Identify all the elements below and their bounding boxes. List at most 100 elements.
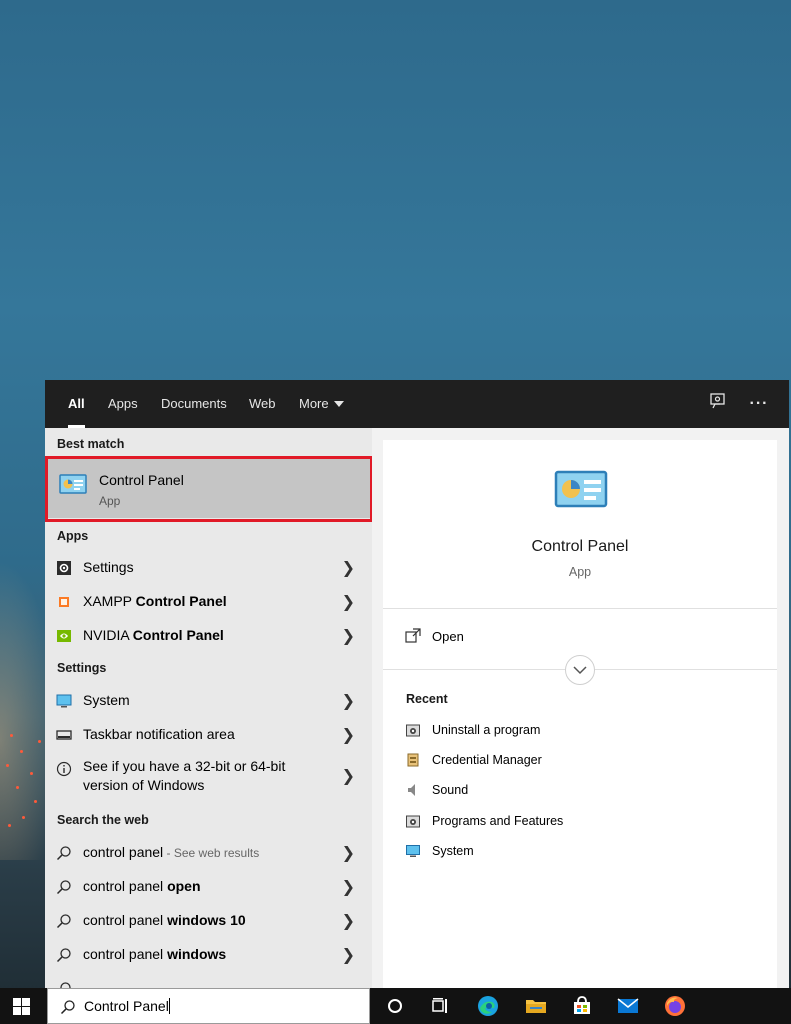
list-item-32-64-bit[interactable]: See if you have a 32-bit or 64-bit versio… xyxy=(45,752,372,800)
task-view-icon[interactable] xyxy=(428,994,452,1018)
results-list: Best match Control Panel App Apps Settin… xyxy=(45,428,372,988)
edge-icon[interactable] xyxy=(476,994,500,1018)
label-prefix: NVIDIA xyxy=(83,627,133,643)
recent-label: System xyxy=(432,844,474,858)
chevron-right-icon[interactable]: ❯ xyxy=(342,691,355,711)
preview-subtitle: App xyxy=(568,565,592,579)
search-panel: All Apps Documents Web More ··· Best mat… xyxy=(45,380,789,988)
best-match-heading: Best match xyxy=(57,437,125,451)
taskbar-icon xyxy=(56,727,72,743)
web-result-control-panel-windows[interactable]: control panel windows ❯ xyxy=(45,938,372,972)
chevron-down-icon xyxy=(333,401,344,407)
recent-heading: Recent xyxy=(406,692,448,706)
search-icon xyxy=(56,981,72,988)
label-bold: windows 10 xyxy=(167,912,246,928)
search-query-text: Control Panel xyxy=(84,998,169,1014)
label-line-1: See if you have a 32-bit or 64-bit xyxy=(83,758,286,774)
taskbar-search-input[interactable]: Control Panel xyxy=(47,988,370,1024)
chevron-right-icon[interactable]: ❯ xyxy=(342,877,355,897)
control-panel-icon xyxy=(554,470,608,517)
tab-all[interactable]: All xyxy=(68,380,85,428)
preview-title: Control Panel xyxy=(531,538,629,555)
search-web-heading: Search the web xyxy=(57,813,149,827)
list-item-label: NVIDIA Control Panel xyxy=(83,627,224,643)
label-bold: Control Panel xyxy=(132,627,224,643)
list-item-label: XAMPP Control Panel xyxy=(83,593,227,609)
chevron-right-icon[interactable]: ❯ xyxy=(342,766,355,786)
feedback-icon[interactable] xyxy=(706,392,730,416)
chevron-right-icon[interactable]: ❯ xyxy=(342,843,355,863)
list-item-label: control panel windows xyxy=(83,946,226,962)
programs-icon xyxy=(406,814,420,828)
firefox-icon[interactable] xyxy=(663,994,687,1018)
search-icon xyxy=(60,999,76,1020)
speaker-icon xyxy=(406,783,420,797)
info-icon xyxy=(56,761,72,777)
more-options-icon[interactable]: ··· xyxy=(747,392,771,416)
tab-more[interactable]: More xyxy=(299,380,344,428)
label-prefix: control panel xyxy=(83,878,168,894)
recent-label: Credential Manager xyxy=(432,753,542,767)
chevron-right-icon[interactable]: ❯ xyxy=(342,558,355,578)
label-note: - See web results xyxy=(163,846,260,860)
xampp-icon xyxy=(56,594,72,610)
list-item-label: control panel open xyxy=(83,878,201,894)
wallpaper-lights xyxy=(0,720,46,840)
programs-icon xyxy=(406,723,420,737)
search-icon xyxy=(56,913,72,929)
tab-documents[interactable]: Documents xyxy=(161,380,227,428)
open-label: Open xyxy=(432,629,464,644)
chevron-right-icon[interactable]: ❯ xyxy=(342,725,355,745)
chevron-down-icon xyxy=(573,666,587,675)
tab-web[interactable]: Web xyxy=(249,380,276,428)
list-item-system[interactable]: System ❯ xyxy=(45,684,372,718)
nvidia-icon xyxy=(56,628,72,644)
credential-icon xyxy=(406,753,420,767)
expand-button[interactable] xyxy=(565,655,595,685)
search-tab-bar: All Apps Documents Web More ··· xyxy=(45,380,789,428)
store-icon[interactable] xyxy=(570,994,594,1018)
chevron-right-icon[interactable]: ❯ xyxy=(342,626,355,646)
search-icon xyxy=(56,879,72,895)
label-prefix: control panel xyxy=(83,946,168,962)
label-prefix: control panel xyxy=(83,844,164,860)
file-explorer-icon[interactable] xyxy=(524,994,548,1018)
web-result-control-panel-windows-10[interactable]: control panel windows 10 ❯ xyxy=(45,904,372,938)
label-bold: windows xyxy=(167,946,227,962)
mail-icon[interactable] xyxy=(616,994,640,1018)
chevron-right-icon[interactable]: ❯ xyxy=(342,592,355,612)
cortana-icon[interactable] xyxy=(383,994,407,1018)
list-item-settings[interactable]: Settings ❯ xyxy=(45,551,372,585)
web-result-partial[interactable] xyxy=(45,972,372,988)
highlight-box xyxy=(45,456,372,522)
tab-more-label: More xyxy=(299,396,329,411)
chevron-right-icon[interactable]: ❯ xyxy=(342,911,355,931)
recent-label: Programs and Features xyxy=(432,814,564,828)
label-line-2: version of Windows xyxy=(83,777,205,793)
list-item-taskbar-notification-area[interactable]: Taskbar notification area ❯ xyxy=(45,718,372,752)
list-item-label: control panel windows 10 xyxy=(83,912,246,928)
tab-apps[interactable]: Apps xyxy=(108,380,138,428)
open-external-icon xyxy=(405,628,421,647)
search-query: Control Panel xyxy=(84,998,170,1014)
label-bold: open xyxy=(167,878,201,894)
list-item-nvidia[interactable]: NVIDIA Control Panel ❯ xyxy=(45,619,372,653)
text-cursor xyxy=(168,998,170,1014)
chevron-right-icon[interactable]: ❯ xyxy=(342,945,355,965)
settings-heading: Settings xyxy=(57,661,107,675)
list-item-label: See if you have a 32-bit or 64-bit versio… xyxy=(83,757,285,795)
web-result-control-panel[interactable]: control panel - See web results ❯ xyxy=(45,836,372,870)
search-icon xyxy=(56,845,72,861)
list-item-xampp[interactable]: XAMPP Control Panel ❯ xyxy=(45,585,372,619)
label-prefix: control panel xyxy=(83,912,168,928)
list-item-label: System xyxy=(83,692,130,708)
apps-heading: Apps xyxy=(57,529,89,543)
windows-start-icon[interactable] xyxy=(13,998,30,1020)
recent-label: Sound xyxy=(432,783,469,797)
monitor-icon xyxy=(406,844,420,858)
web-result-control-panel-open[interactable]: control panel open ❯ xyxy=(45,870,372,904)
list-item-label: control panel - See web results xyxy=(83,844,259,860)
label-prefix: XAMPP xyxy=(83,593,136,609)
list-item-label: Settings xyxy=(83,559,134,575)
search-icon xyxy=(56,947,72,963)
